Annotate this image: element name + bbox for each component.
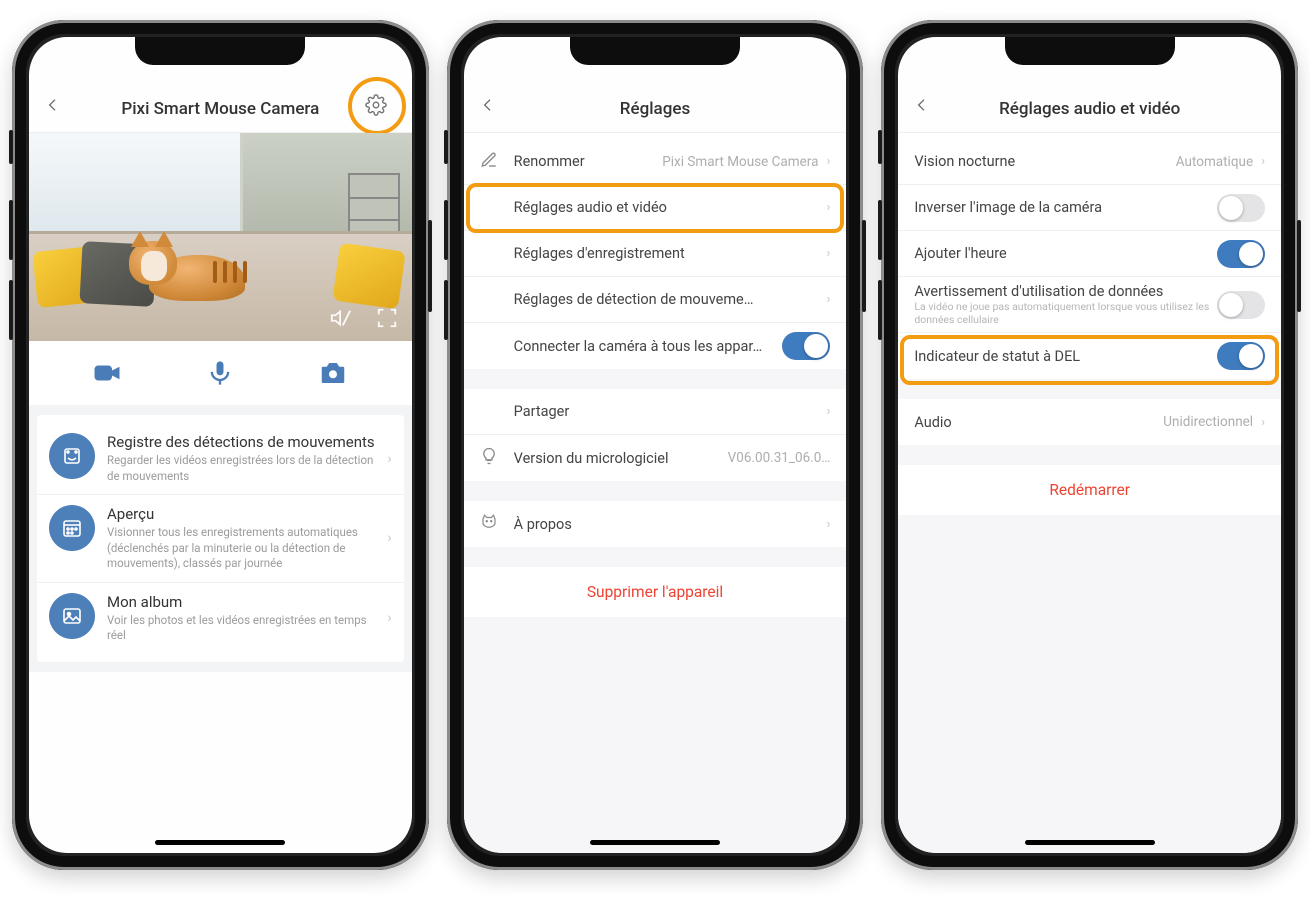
rename-row[interactable]: Renommer Pixi Smart Mouse Camera ›	[464, 139, 847, 185]
row-value: Unidirectionnel	[1163, 414, 1253, 430]
flip-image-row[interactable]: Inverser l'image de la caméra	[898, 185, 1281, 231]
fullscreen-icon[interactable]	[376, 307, 398, 329]
chevron-right-icon: ›	[826, 517, 830, 532]
motion-log-row[interactable]: Registre des détections de mouvements Re…	[37, 423, 404, 494]
data-warning-row[interactable]: Avertissement d'utilisation de données L…	[898, 277, 1281, 333]
bulb-icon	[480, 447, 502, 469]
chevron-right-icon: ›	[387, 610, 391, 626]
phone-mockup-3: Réglages audio et vidéo Vision nocturne …	[881, 20, 1298, 870]
row-value: Automatique	[1176, 154, 1253, 170]
row-label: Avertissement d'utilisation de données	[914, 283, 1217, 300]
connect-all-row[interactable]: Connecter la caméra à tous les appar…	[464, 323, 847, 369]
edit-icon	[480, 151, 502, 173]
back-button[interactable]	[476, 93, 500, 117]
chevron-right-icon: ›	[826, 154, 830, 169]
restart-label: Redémarrer	[1049, 481, 1130, 499]
row-label: Ajouter l'heure	[914, 245, 1217, 262]
album-row[interactable]: Mon album Voir les photos et les vidéos …	[37, 582, 404, 654]
flip-image-toggle[interactable]	[1217, 194, 1265, 222]
row-value: V06.00.31_06.0…	[728, 450, 831, 466]
row-label: Vision nocturne	[914, 153, 1167, 170]
chevron-right-icon: ›	[1261, 415, 1265, 430]
back-button[interactable]	[910, 93, 934, 117]
led-indicator-row[interactable]: Indicateur de statut à DEL	[898, 333, 1281, 379]
add-time-row[interactable]: Ajouter l'heure	[898, 231, 1281, 277]
audio-row[interactable]: Audio Unidirectionnel ›	[898, 399, 1281, 445]
row-title: Aperçu	[107, 505, 375, 523]
snapshot-button[interactable]	[316, 356, 350, 390]
phone-mockup-2: Réglages Renommer Pixi Smart Mouse Camer…	[447, 20, 864, 870]
row-label: Réglages audio et vidéo	[514, 199, 819, 216]
row-label: Indicateur de statut à DEL	[914, 348, 1217, 365]
connect-all-toggle[interactable]	[782, 332, 830, 360]
row-label: Renommer	[514, 153, 655, 170]
chevron-right-icon: ›	[826, 292, 830, 307]
row-title: Registre des détections de mouvements	[107, 433, 375, 451]
row-sub: La vidéo ne joue pas automatiquement lor…	[914, 301, 1217, 326]
row-label: À propos	[514, 516, 819, 533]
page-title: Réglages	[620, 99, 690, 119]
calendar-icon	[49, 505, 95, 551]
microphone-button[interactable]	[203, 356, 237, 390]
overview-row[interactable]: Aperçu Visionner tous les enregistrement…	[37, 494, 404, 582]
led-indicator-toggle[interactable]	[1217, 342, 1265, 370]
motion-settings-row[interactable]: Réglages de détection de mouveme… ›	[464, 277, 847, 323]
mute-icon[interactable]	[330, 307, 352, 329]
chevron-right-icon: ›	[387, 530, 391, 546]
chevron-right-icon: ›	[1261, 154, 1265, 169]
album-icon	[49, 593, 95, 639]
back-button[interactable]	[41, 93, 65, 117]
data-warning-toggle[interactable]	[1217, 291, 1265, 319]
motion-icon	[49, 433, 95, 479]
row-label: Réglages de détection de mouveme…	[514, 291, 819, 308]
page-title: Réglages audio et vidéo	[999, 99, 1180, 119]
delete-label: Supprimer l'appareil	[587, 583, 723, 601]
row-label: Audio	[914, 414, 1155, 431]
action-strip	[29, 341, 412, 405]
page-title: Pixi Smart Mouse Camera	[121, 99, 319, 119]
night-vision-row[interactable]: Vision nocturne Automatique ›	[898, 139, 1281, 185]
row-label: Réglages d'enregistrement	[514, 245, 819, 262]
about-row[interactable]: À propos ›	[464, 501, 847, 547]
chevron-right-icon: ›	[826, 404, 830, 419]
row-label: Partager	[514, 403, 819, 420]
chevron-right-icon: ›	[387, 451, 391, 467]
gear-icon	[365, 94, 387, 116]
row-sub: Visionner tous les enregistrements autom…	[107, 525, 375, 572]
row-label: Inverser l'image de la caméra	[914, 199, 1217, 216]
recording-settings-row[interactable]: Réglages d'enregistrement ›	[464, 231, 847, 277]
row-value: Pixi Smart Mouse Camera	[662, 154, 818, 170]
row-sub: Regarder les vidéos enregistrées lors de…	[107, 453, 375, 484]
cat-face-icon	[480, 513, 502, 535]
row-label: Connecter la caméra à tous les appar…	[514, 338, 783, 355]
phone-mockup-1: Pixi Smart Mouse Camera	[12, 20, 429, 870]
chevron-right-icon: ›	[826, 200, 830, 215]
chevron-right-icon: ›	[826, 246, 830, 261]
camera-live-view[interactable]	[29, 133, 412, 341]
row-sub: Voir les photos et les vidéos enregistré…	[107, 613, 375, 644]
restart-button[interactable]: Redémarrer	[898, 465, 1281, 515]
settings-button[interactable]	[360, 89, 392, 121]
audio-video-settings-row[interactable]: Réglages audio et vidéo ›	[464, 185, 847, 231]
firmware-row[interactable]: Version du micrologiciel V06.00.31_06.0…	[464, 435, 847, 481]
delete-device-button[interactable]: Supprimer l'appareil	[464, 567, 847, 617]
row-title: Mon album	[107, 593, 375, 611]
row-label: Version du micrologiciel	[514, 450, 720, 467]
add-time-toggle[interactable]	[1217, 240, 1265, 268]
record-video-button[interactable]	[90, 356, 124, 390]
share-row[interactable]: Partager ›	[464, 389, 847, 435]
